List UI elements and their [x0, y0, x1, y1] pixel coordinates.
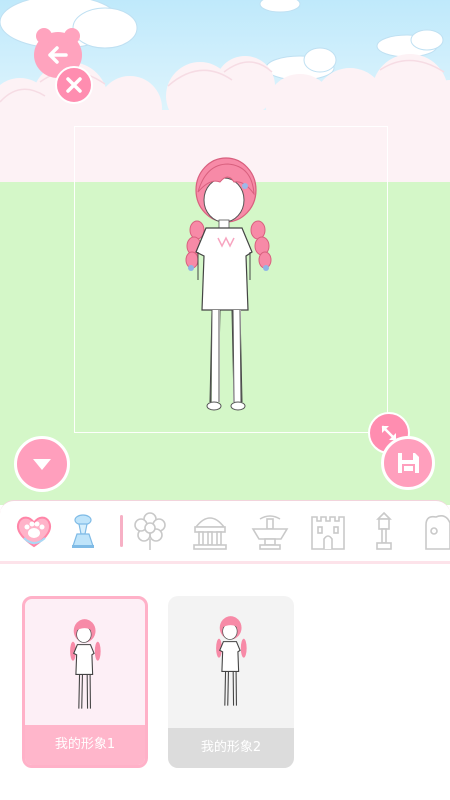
tool-castle[interactable]: [308, 511, 348, 551]
tool-flower[interactable]: [130, 511, 170, 551]
heart-paw-icon: [16, 516, 52, 548]
fountain-lamp-icon: [72, 514, 94, 548]
collapse-button[interactable]: [14, 436, 70, 492]
tool-heart-paw[interactable]: [14, 511, 54, 551]
tool-street-lamp[interactable]: [364, 511, 404, 551]
street-lamp-icon: [376, 511, 392, 550]
avatar-figure-icon: [70, 619, 101, 709]
tool-more-decoration[interactable]: [418, 511, 450, 551]
tool-fountain[interactable]: [250, 511, 290, 551]
tool-fountain-lamp[interactable]: [63, 511, 103, 551]
avatar-list: 我的形象1 我的形象2: [0, 566, 450, 800]
pavilion-icon: [193, 517, 227, 550]
avatar-figure-icon: [216, 616, 247, 706]
tool-pavilion[interactable]: [190, 511, 230, 551]
avatar-card-1[interactable]: 我的形象1: [22, 596, 148, 768]
avatar-label: 我的形象2: [168, 728, 294, 768]
avatar-card-2[interactable]: 我的形象2: [168, 596, 294, 768]
back-arrow-icon: [48, 46, 68, 64]
castle-icon: [311, 516, 345, 550]
save-button[interactable]: [381, 436, 435, 490]
flower-icon: [134, 512, 166, 550]
more-decoration-icon: [425, 515, 450, 550]
avatar-label: 我的形象1: [25, 725, 145, 765]
scene-canvas[interactable]: [0, 0, 450, 505]
close-x-icon: [66, 77, 82, 93]
avatar-thumbnail: [25, 599, 145, 731]
chevron-down-icon: [33, 459, 51, 470]
avatar-thumbnail: [168, 596, 294, 728]
character-avatar[interactable]: [172, 152, 282, 416]
decoration-toolbar: [0, 500, 450, 564]
toolbar-divider: [120, 515, 123, 547]
fountain-icon: [251, 515, 289, 550]
floppy-disk-icon: [398, 453, 419, 473]
close-button[interactable]: [55, 66, 93, 104]
